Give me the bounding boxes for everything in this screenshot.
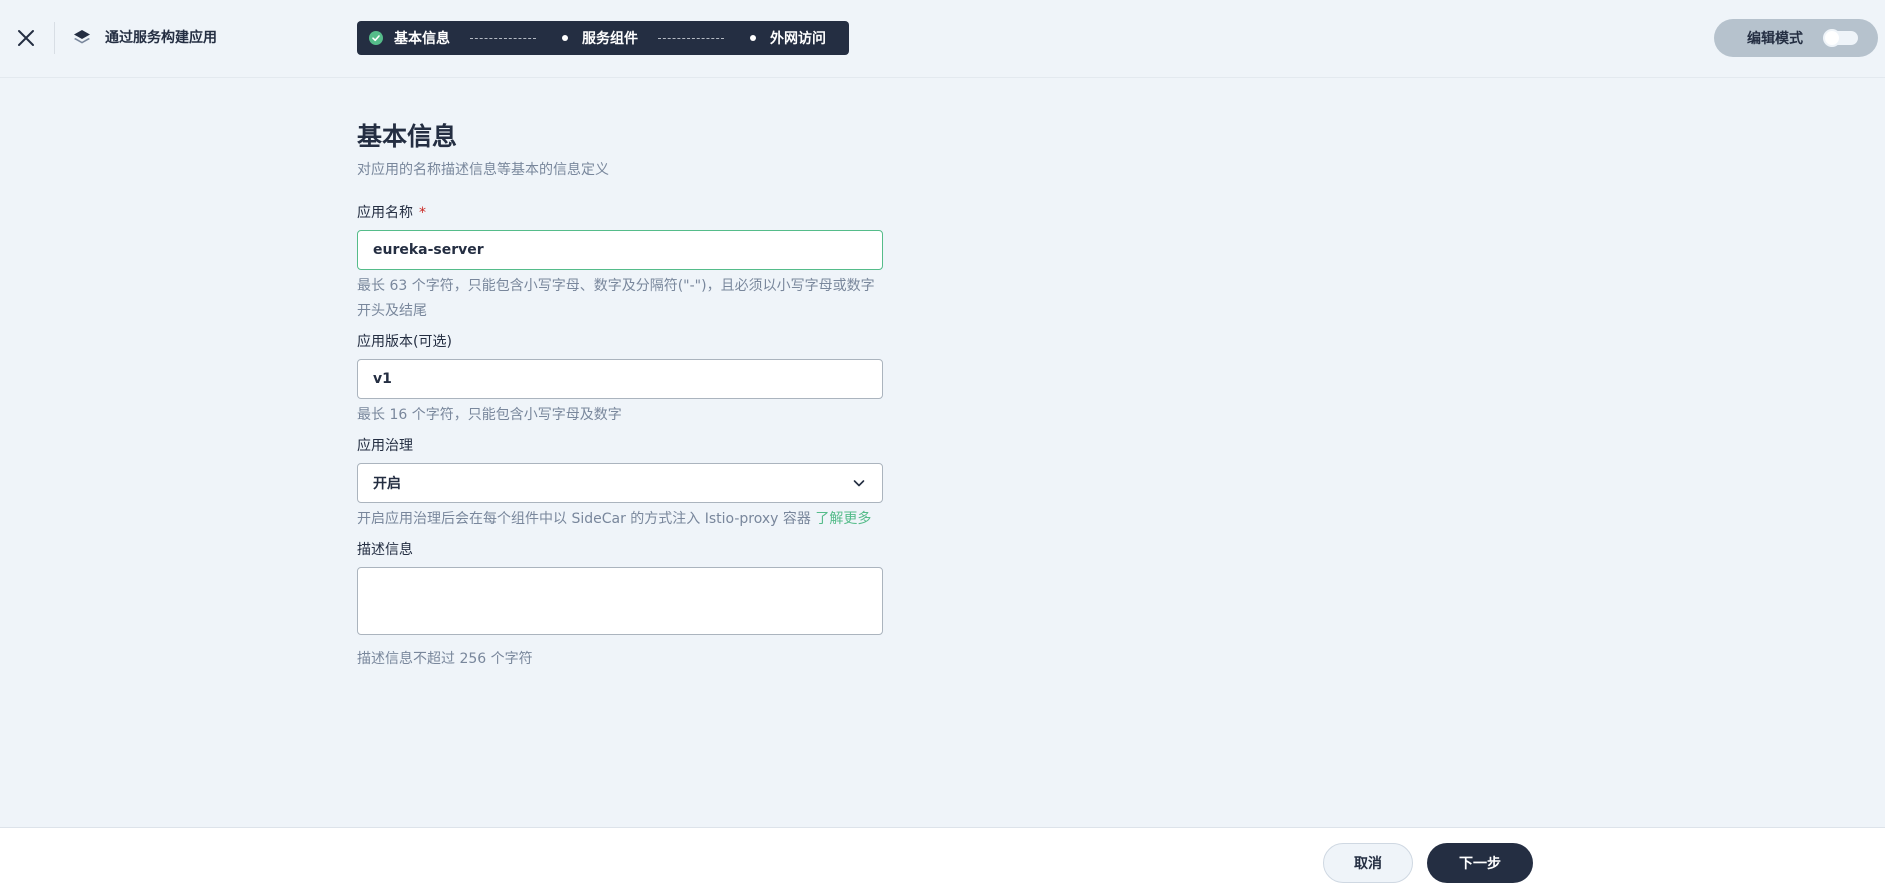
page-title-header: 通过服务构建应用 — [105, 30, 217, 46]
app-name-label: 应用名称 * — [357, 205, 426, 221]
next-step-button[interactable]: 下一步 — [1427, 843, 1533, 883]
basic-info-form: 基本信息 对应用的名称描述信息等基本的信息定义 应用名称* 最长 63 个字符，… — [357, 120, 883, 672]
select-value: 开启 — [373, 476, 401, 492]
required-mark: * — [419, 205, 426, 221]
toggle-switch[interactable] — [1823, 29, 1858, 47]
app-name-hint: 最长 63 个字符，只能包含小写字母、数字及分隔符("-")，且必须以小写字母或… — [357, 278, 875, 319]
app-name-field: 应用名称* 最长 63 个字符，只能包含小写字母、数字及分隔符("-")，且必须… — [357, 203, 883, 324]
app-governance-select[interactable]: 开启 — [357, 463, 883, 503]
app-name-input[interactable] — [357, 230, 883, 270]
edit-mode-toggle-button[interactable]: 编辑模式 — [1714, 19, 1878, 57]
description-textarea[interactable] — [357, 567, 883, 635]
step-basic-info[interactable]: 基本信息 — [369, 28, 450, 48]
footer-bar: 取消 下一步 — [0, 827, 1885, 889]
app-governance-field: 应用治理 开启 开启应用治理后会在每个组件中以 SideCar 的方式注入 Is… — [357, 436, 883, 532]
app-version-input[interactable] — [357, 359, 883, 399]
step-label: 外网访问 — [770, 31, 826, 47]
cancel-button[interactable]: 取消 — [1323, 843, 1413, 883]
close-button[interactable] — [14, 26, 38, 50]
description-label: 描述信息 — [357, 542, 413, 558]
layers-icon — [74, 30, 90, 44]
edit-mode-label: 编辑模式 — [1747, 31, 1803, 47]
dot-icon — [562, 35, 568, 41]
step-external-access[interactable]: 外网访问 — [750, 28, 826, 48]
toggle-knob — [1823, 29, 1841, 47]
chevron-down-icon — [853, 480, 865, 487]
learn-more-link[interactable]: 了解更多 — [815, 511, 871, 527]
description-field: 描述信息 描述信息不超过 256 个字符 — [357, 540, 883, 672]
step-connector — [658, 37, 724, 39]
app-version-field: 应用版本(可选) 最长 16 个字符，只能包含小写字母及数字 — [357, 332, 883, 428]
step-progress-bar: 基本信息 服务组件 外网访问 — [357, 21, 849, 55]
step-service-components[interactable]: 服务组件 — [562, 28, 638, 48]
section-title: 基本信息 — [357, 122, 458, 151]
check-circle-icon — [369, 31, 383, 45]
description-hint: 描述信息不超过 256 个字符 — [357, 651, 533, 667]
app-version-label: 应用版本(可选) — [357, 334, 452, 350]
step-label: 基本信息 — [394, 31, 450, 47]
step-label: 服务组件 — [582, 31, 638, 47]
close-icon[interactable] — [14, 26, 38, 50]
app-governance-label: 应用治理 — [357, 438, 413, 454]
step-connector — [470, 37, 536, 39]
app-governance-hint: 开启应用治理后会在每个组件中以 SideCar 的方式注入 Istio-prox… — [357, 511, 872, 527]
section-description: 对应用的名称描述信息等基本的信息定义 — [357, 162, 609, 178]
app-version-hint: 最长 16 个字符，只能包含小写字母及数字 — [357, 407, 622, 423]
dot-icon — [750, 35, 756, 41]
header-divider — [54, 22, 55, 54]
page-header: 通过服务构建应用 基本信息 服务组件 外网访问 编辑模式 — [0, 0, 1885, 78]
